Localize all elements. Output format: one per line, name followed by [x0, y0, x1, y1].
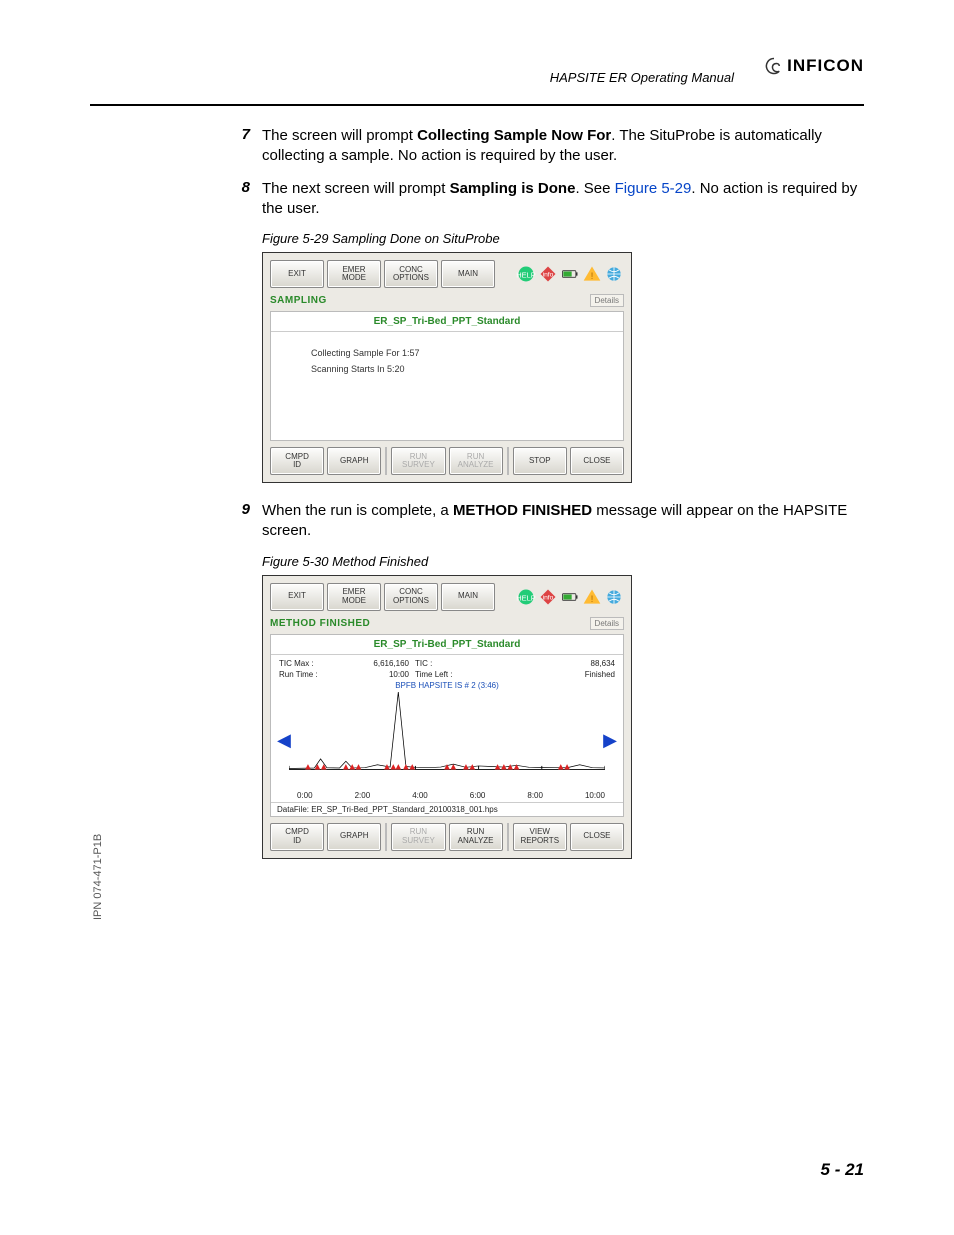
page-header: HAPSITE ER Operating Manual INFICON [90, 60, 864, 100]
warning-icon: ! [582, 587, 602, 607]
battery-icon [560, 264, 580, 284]
status-label: METHOD FINISHED [270, 618, 370, 629]
step-9: 9 When the run is complete, a METHOD FIN… [220, 501, 864, 542]
exit-button[interactable]: EXIT [270, 583, 324, 611]
figure-ref-5-29: Figure 5-29 [615, 180, 692, 197]
runtime-value: 10:00 [339, 670, 415, 679]
run-analyze-button: RUN ANALYZE [449, 447, 503, 475]
page-number: 5 - 21 [821, 1160, 864, 1180]
exit-button[interactable]: EXIT [270, 260, 324, 288]
header-rule [90, 104, 864, 106]
status-label: SAMPLING [270, 295, 327, 306]
globe-icon [604, 587, 624, 607]
chart-x-ticks: 0:002:004:006:008:0010:00 [283, 791, 611, 802]
timeleft-value: Finished [475, 670, 615, 679]
chart-label: BPFB HAPSITE IS # 2 (3:46) [271, 681, 623, 690]
emer-mode-button[interactable]: EMER MODE [327, 583, 381, 611]
chart-right-arrow-icon[interactable]: ▶ [603, 730, 617, 751]
conc-options-button[interactable]: CONC OPTIONS [384, 260, 438, 288]
method-title: ER_SP_Tri-Bed_PPT_Standard [271, 312, 623, 332]
tic-value: 88,634 [475, 659, 615, 668]
step-text: The screen will prompt Collecting Sample… [262, 126, 864, 167]
graph-button[interactable]: GRAPH [327, 447, 381, 475]
info-icon[interactable]: info [538, 264, 558, 284]
method-title: ER_SP_Tri-Bed_PPT_Standard [271, 635, 623, 655]
run-survey-button: RUN SURVEY [391, 823, 445, 851]
step-number: 7 [220, 126, 250, 167]
figure-caption-5-29: Figure 5-29 Sampling Done on SituProbe [262, 231, 864, 246]
svg-text:info: info [543, 272, 554, 279]
conc-options-button[interactable]: CONC OPTIONS [384, 583, 438, 611]
step-number: 9 [220, 501, 250, 542]
manual-title: HAPSITE ER Operating Manual [550, 70, 734, 85]
step-text: The next screen will prompt Sampling is … [262, 179, 864, 220]
stop-button[interactable]: STOP [513, 447, 567, 475]
step-8: 8 The next screen will prompt Sampling i… [220, 179, 864, 220]
battery-icon [560, 587, 580, 607]
ticmax-value: 6,616,160 [339, 659, 415, 668]
brand-logo: INFICON [765, 56, 864, 76]
view-reports-button[interactable]: VIEW REPORTS [513, 823, 567, 851]
inficon-swirl-icon [765, 57, 783, 75]
svg-text:HELP: HELP [516, 270, 536, 279]
timeleft-label: Time Left : [415, 670, 475, 679]
main-button[interactable]: MAIN [441, 260, 495, 288]
cmpd-id-button[interactable]: CMPD ID [270, 823, 324, 851]
graph-button[interactable]: GRAPH [327, 823, 381, 851]
svg-text:info: info [543, 594, 554, 601]
svg-text:!: ! [591, 271, 594, 281]
step-7: 7 The screen will prompt Collecting Samp… [220, 126, 864, 167]
run-analyze-button[interactable]: RUN ANALYZE [449, 823, 503, 851]
close-button[interactable]: CLOSE [570, 447, 624, 475]
step-text: When the run is complete, a METHOD FINIS… [262, 501, 864, 542]
close-button[interactable]: CLOSE [570, 823, 624, 851]
svg-text:HELP: HELP [516, 593, 536, 602]
step-number: 8 [220, 179, 250, 220]
tic-chart: ▶ ▶ 0:002:004:006:008:0010:00 [275, 692, 619, 802]
run-survey-button: RUN SURVEY [391, 447, 445, 475]
svg-text:!: ! [591, 594, 594, 604]
info-icon[interactable]: info [538, 587, 558, 607]
cmpd-id-button[interactable]: CMPD ID [270, 447, 324, 475]
screenshot-sampling-done: EXIT EMER MODE CONC OPTIONS MAIN HELP in… [262, 252, 632, 483]
warning-icon: ! [582, 264, 602, 284]
main-button[interactable]: MAIN [441, 583, 495, 611]
details-button[interactable]: Details [590, 617, 624, 630]
globe-icon [604, 264, 624, 284]
details-button[interactable]: Details [590, 294, 624, 307]
runtime-label: Run Time : [279, 670, 339, 679]
tic-label: TIC : [415, 659, 475, 668]
brand-name: INFICON [787, 56, 864, 76]
ticmax-label: TIC Max : [279, 659, 339, 668]
emer-mode-button[interactable]: EMER MODE [327, 260, 381, 288]
side-doc-id: IPN 074-471-P1B [92, 834, 104, 920]
scanning-starts-line: Scanning Starts In 5:20 [311, 364, 609, 374]
datafile-line: DataFile: ER_SP_Tri-Bed_PPT_Standard_201… [271, 802, 623, 816]
collecting-sample-line: Collecting Sample For 1:57 [311, 348, 609, 358]
help-icon[interactable]: HELP [516, 264, 536, 284]
screenshot-method-finished: EXIT EMER MODE CONC OPTIONS MAIN HELP in… [262, 575, 632, 859]
help-icon[interactable]: HELP [516, 587, 536, 607]
figure-caption-5-30: Figure 5-30 Method Finished [262, 554, 864, 569]
